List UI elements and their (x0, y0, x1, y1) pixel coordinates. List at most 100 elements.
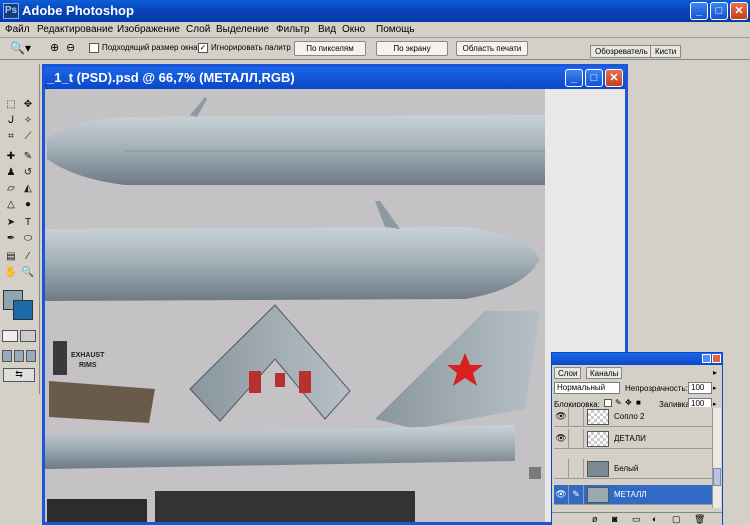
toolbox: ⬚ ✥ ᒍ ✧ ⌗ ⟋ ✚ ✎ ♟ ↺ ▱ ◭ △ ● ➤ T ✒ ⬭ ▤ ⁄ … (0, 64, 40, 394)
print-size-button[interactable]: Область печати (456, 41, 528, 56)
move-tool-icon[interactable]: ✥ (20, 98, 36, 112)
path-select-icon[interactable]: ➤ (3, 216, 19, 230)
layer-visibility-empty[interactable] (554, 459, 569, 478)
background-color-swatch[interactable] (13, 300, 33, 320)
lock-paint-icon[interactable]: ✎ (615, 398, 622, 407)
type-tool-icon[interactable]: T (20, 216, 36, 230)
paint-bucket-icon[interactable]: ◭ (20, 182, 36, 196)
lock-all-icon[interactable]: ■ (636, 398, 641, 407)
panel-menu-icon[interactable]: ▸ (713, 368, 717, 377)
aircraft-texture-image: EXHAUST RIMS (45, 89, 625, 522)
layers-footer: ø ◙ ▭ ◐ ▢ 🗑 (552, 512, 722, 525)
menu-help[interactable]: Помощь (376, 24, 415, 35)
rims-text: RIMS (79, 362, 97, 369)
blend-mode-select[interactable]: Нормальный (554, 382, 620, 394)
history-brush-icon[interactable]: ↺ (20, 166, 36, 180)
menu-view[interactable]: Вид (318, 24, 336, 35)
eyedropper-icon[interactable]: ⁄ (20, 250, 36, 264)
menu-file[interactable]: Файл (5, 24, 30, 35)
magic-wand-icon[interactable]: ✧ (20, 114, 36, 128)
doc-close-button[interactable]: ✕ (605, 69, 623, 87)
minimize-button[interactable]: _ (690, 2, 708, 20)
layer-row[interactable]: 👁 Сопло 2 (554, 407, 712, 427)
slice-tool-icon[interactable]: ⟋ (20, 130, 36, 144)
screen-mode-full-icon[interactable] (26, 350, 36, 362)
fit-window-checkbox[interactable] (89, 43, 99, 53)
screen-mode-full-menu-icon[interactable] (14, 350, 24, 362)
clone-stamp-icon[interactable]: ♟ (3, 166, 19, 180)
hand-tool-icon[interactable]: ✋ (3, 266, 19, 280)
layer-row[interactable]: 👁 ДЕТАЛИ (554, 429, 712, 449)
layer-name: Белый (614, 464, 639, 473)
layer-thumbnail (587, 487, 609, 503)
zoom-tool-icon[interactable]: 🔍▾ (10, 41, 31, 55)
lock-transparency-icon[interactable] (604, 399, 612, 407)
dodge-tool-icon[interactable]: ● (20, 198, 36, 212)
layer-visibility-eye-icon[interactable]: 👁 (554, 407, 569, 426)
maximize-button[interactable]: □ (710, 2, 728, 20)
pen-tool-icon[interactable]: ✒ (3, 232, 19, 246)
fit-screen-button[interactable]: По экрану (376, 41, 448, 56)
actual-pixels-button[interactable]: По пикселям (294, 41, 366, 56)
tab-brushes[interactable]: Кисти (650, 45, 682, 58)
eraser-tool-icon[interactable]: ▱ (3, 182, 19, 196)
tab-channels[interactable]: Каналы (586, 367, 623, 379)
screen-mode-standard-icon[interactable] (2, 350, 12, 362)
menu-layer[interactable]: Слой (186, 24, 210, 35)
photoshop-app-icon[interactable]: Ps (3, 3, 19, 19)
standard-mode-icon[interactable] (2, 330, 18, 342)
tab-layers[interactable]: Слои (554, 367, 582, 379)
quickmask-mode-icon[interactable] (20, 330, 36, 342)
jump-to-imageready-icon[interactable]: ⇆ (3, 368, 35, 382)
layer-thumbnail (587, 409, 609, 425)
panel-close-button[interactable] (712, 354, 721, 363)
lasso-tool-icon[interactable]: ᒍ (3, 114, 19, 128)
menu-bar: Файл Редактирование Изображение Слой Выд… (0, 22, 750, 38)
opacity-slider-arrow-icon[interactable]: ▸ (713, 384, 717, 392)
document-title: _1_t (PSD).psd @ 66,7% (МЕТАЛЛ,RGB) (47, 70, 295, 85)
opacity-label: Непрозрачность: (625, 384, 688, 393)
panel-minimize-button[interactable] (702, 354, 711, 363)
crop-tool-icon[interactable]: ⌗ (3, 130, 19, 144)
layer-link-icon[interactable] (569, 429, 584, 448)
tab-navigator[interactable]: Обозреватель (590, 45, 653, 58)
layers-scrollbar[interactable] (712, 408, 721, 508)
layer-row[interactable]: Белый (554, 459, 712, 479)
ignore-palettes-checkbox[interactable]: ✓ (198, 43, 208, 53)
notes-tool-icon[interactable]: ▤ (3, 250, 19, 264)
layer-visibility-eye-icon[interactable]: 👁 (554, 429, 569, 448)
blur-tool-icon[interactable]: △ (3, 198, 19, 212)
brush-tool-icon[interactable]: ✎ (20, 150, 36, 164)
close-button[interactable]: ✕ (730, 2, 748, 20)
doc-maximize-button[interactable]: □ (585, 69, 603, 87)
doc-minimize-button[interactable]: _ (565, 69, 583, 87)
layer-link-icon[interactable] (569, 459, 584, 478)
layer-row-selected[interactable]: 👁 ✎ МЕТАЛЛ (554, 485, 712, 505)
fill-slider-arrow-icon[interactable]: ▸ (713, 400, 717, 408)
scrollbar-thumb[interactable] (713, 468, 721, 486)
marquee-tool-icon[interactable]: ⬚ (3, 98, 19, 112)
layer-link-icon[interactable] (569, 407, 584, 426)
layer-brush-icon[interactable]: ✎ (569, 485, 584, 504)
trash-icon[interactable]: 🗑 (694, 514, 705, 525)
menu-edit[interactable]: Редактирование (37, 24, 113, 35)
layer-mask-icon[interactable]: ◙ (612, 514, 617, 524)
menu-window[interactable]: Окно (342, 24, 365, 35)
menu-select[interactable]: Выделение (216, 24, 269, 35)
healing-brush-icon[interactable]: ✚ (3, 150, 19, 164)
adjustment-layer-icon[interactable]: ◐ (652, 514, 657, 524)
shape-tool-icon[interactable]: ⬭ (20, 232, 36, 246)
layer-style-icon[interactable]: ø (592, 514, 598, 524)
opacity-field[interactable]: 100 (688, 382, 712, 394)
layer-thumbnail (587, 461, 609, 477)
image-canvas[interactable]: 01 (45, 89, 625, 522)
new-layer-icon[interactable]: ▢ (672, 514, 681, 525)
zoom-in-icon[interactable]: ⊕ (50, 41, 59, 54)
menu-image[interactable]: Изображение (117, 24, 180, 35)
zoom-tool-box-icon[interactable]: 🔍 (20, 266, 36, 280)
lock-move-icon[interactable]: ✥ (625, 398, 632, 407)
layer-visibility-eye-icon[interactable]: 👁 (554, 485, 569, 504)
new-set-icon[interactable]: ▭ (632, 514, 641, 525)
zoom-out-icon[interactable]: ⊖ (66, 41, 75, 54)
menu-filter[interactable]: Фильтр (276, 24, 310, 35)
